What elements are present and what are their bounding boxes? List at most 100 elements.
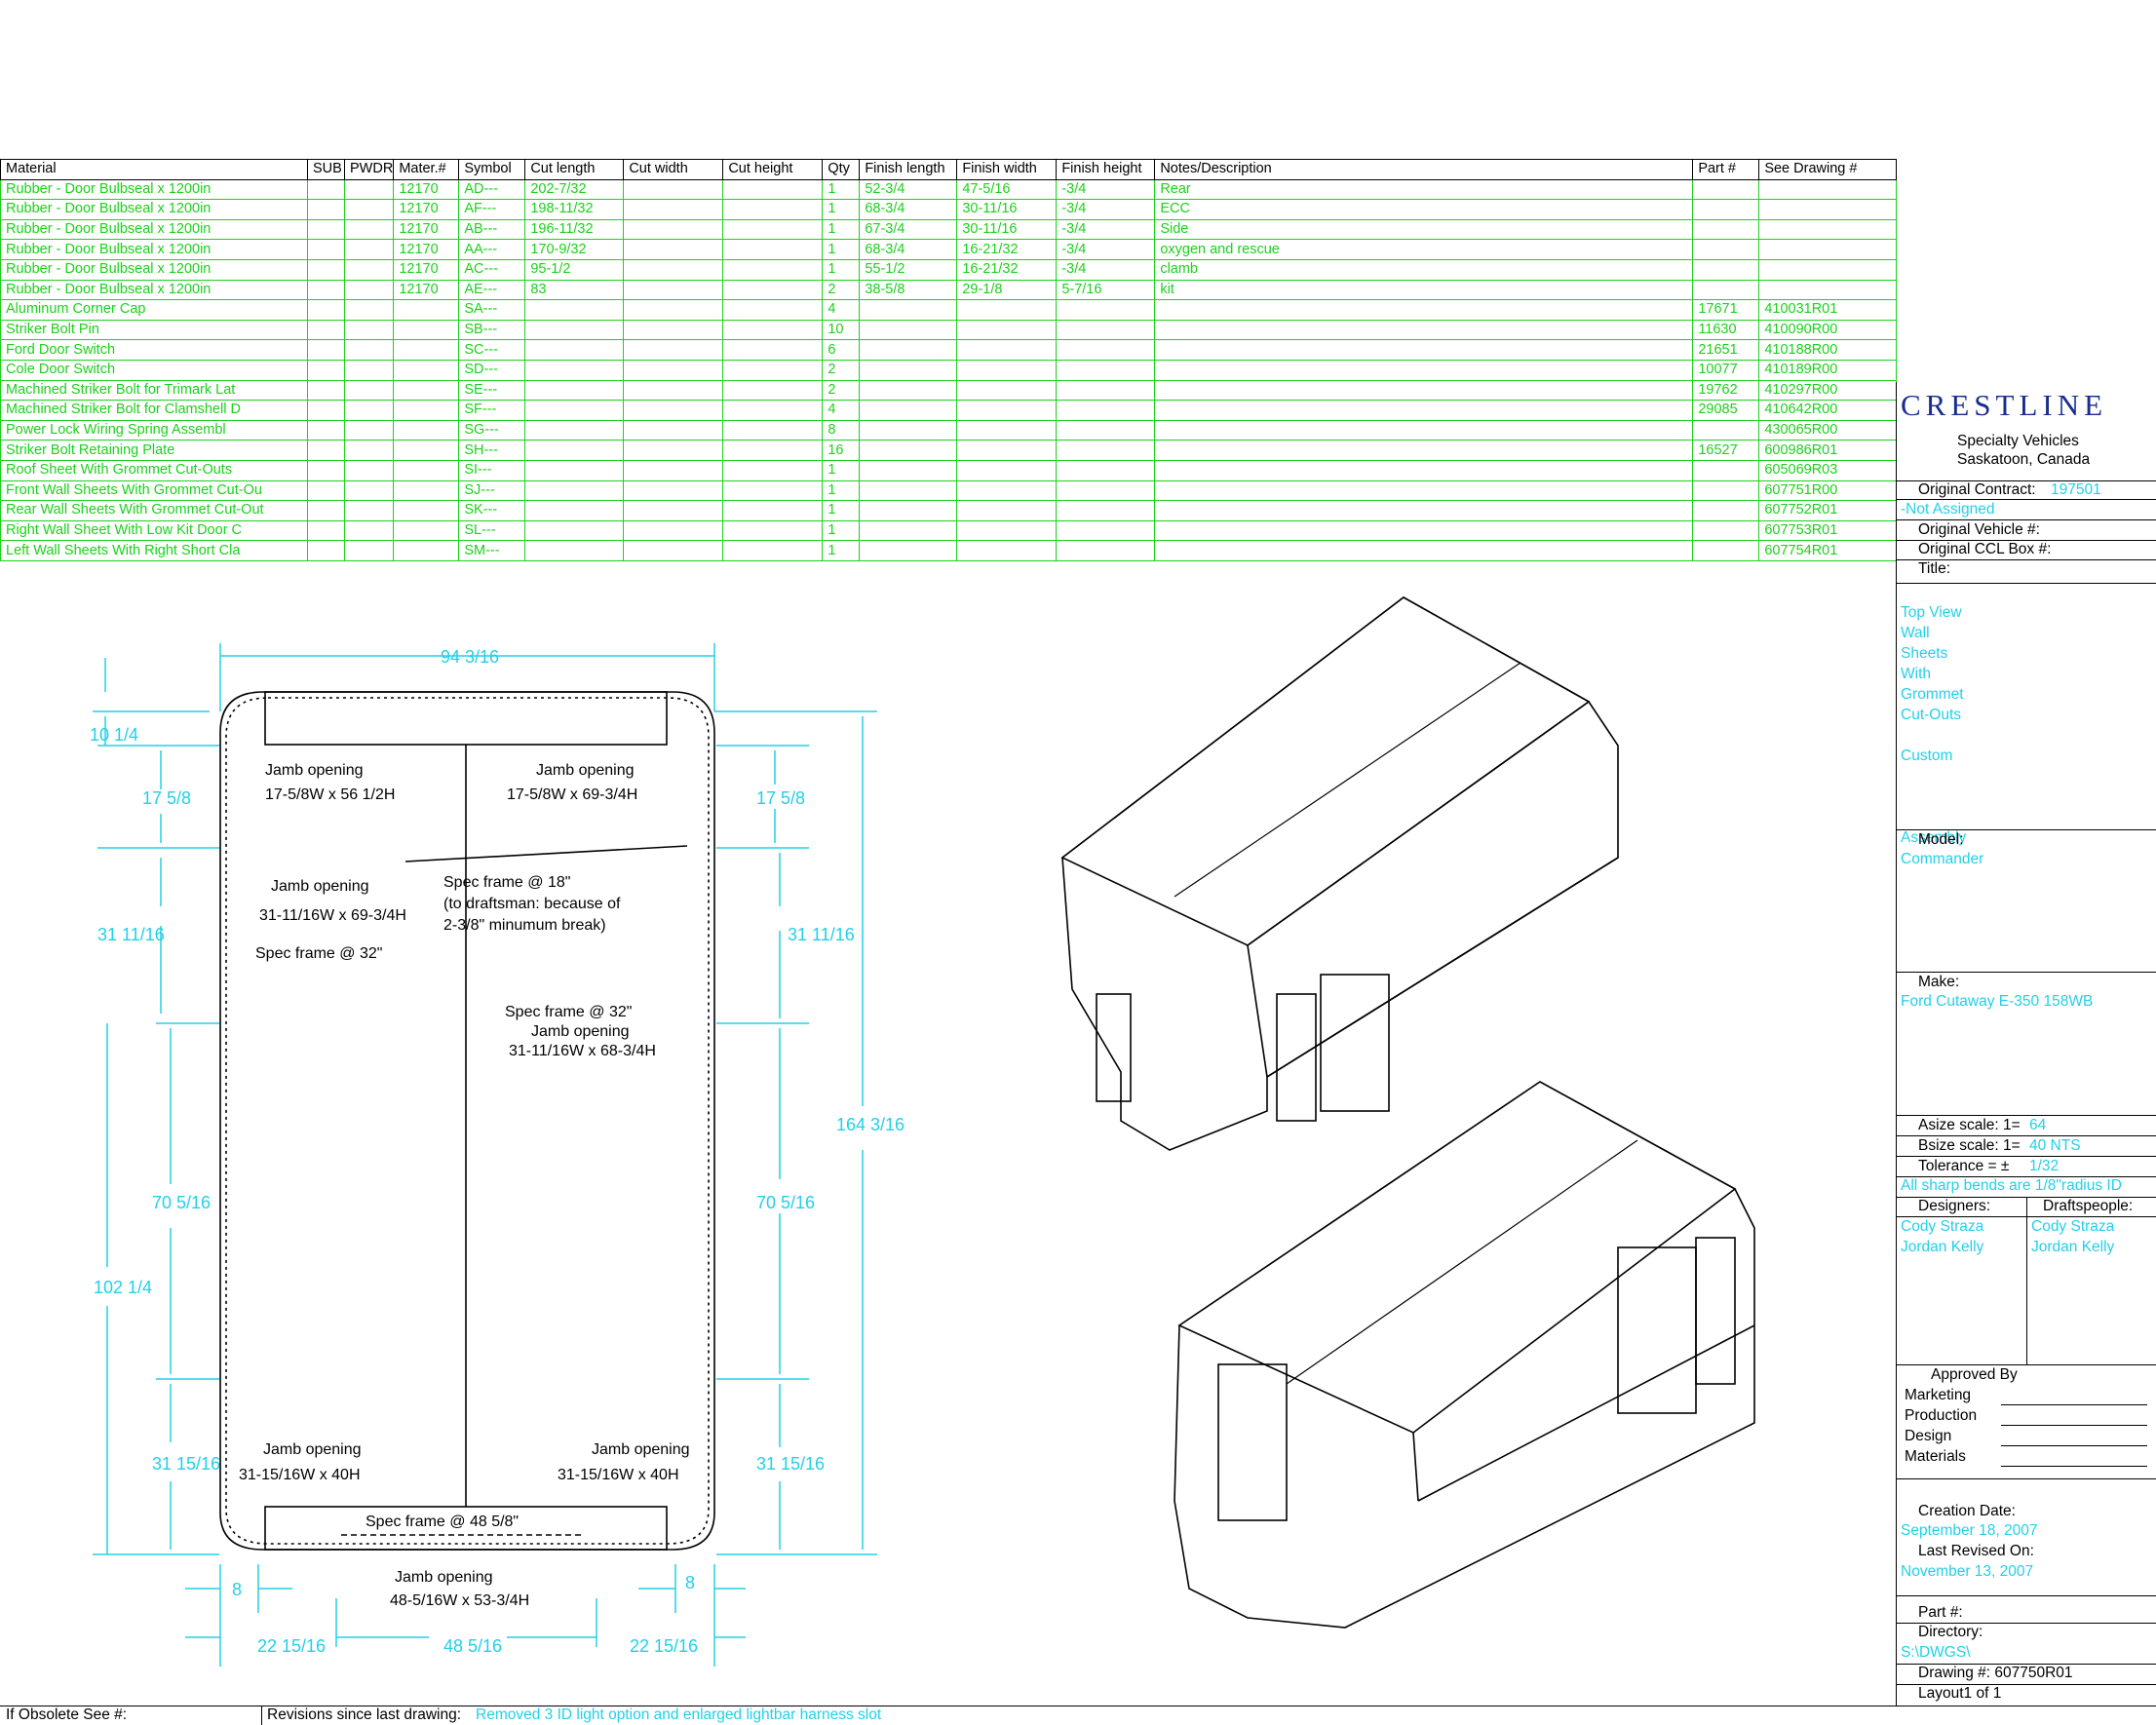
bom-cell [1056, 540, 1156, 561]
bom-cell: 52-3/4 [859, 178, 958, 201]
bom-cell [722, 419, 824, 441]
bom-body: Rubber - Door Bulbseal x 1200in 12170 AD--… [0, 178, 1898, 561]
bom-cell [524, 519, 625, 542]
bom-cell: 600986R01 [1758, 440, 1898, 461]
bom-cell: SM--- [458, 540, 526, 561]
bom-cell: SG--- [458, 419, 526, 441]
bom-row: Striker Bolt Retaining Plate SH--- 16 16527… [0, 440, 1898, 461]
col-header: Cut height [722, 159, 824, 180]
make-label: Make: [1918, 974, 1960, 990]
tolerance-label: Tolerance = ± [1918, 1158, 2010, 1174]
bom-cell [343, 359, 395, 381]
bom-cell [722, 400, 824, 421]
bom-cell [623, 400, 724, 421]
dim-right-d: 31 15/16 [756, 1454, 825, 1474]
bom-cell [623, 479, 724, 502]
bom-cell: 8 [822, 419, 861, 441]
bom-cell: clamb [1154, 258, 1694, 281]
bom-cell [1154, 459, 1694, 481]
bom-cell: 83 [524, 279, 625, 301]
bom-cell [1056, 459, 1156, 481]
bom-cell: Ford Door Switch [0, 339, 308, 361]
original-contract-value: 197501 [2051, 481, 2101, 498]
bom-cell [1692, 540, 1760, 561]
bom-row: Rubber - Door Bulbseal x 1200in 12170 AD--… [0, 178, 1898, 201]
approval-materials: Materials [1905, 1448, 1966, 1465]
bom-cell [307, 239, 345, 260]
note: 31-11/16W x 69-3/4H [259, 907, 406, 924]
bom-cell [1692, 258, 1760, 281]
bom-cell [393, 440, 460, 461]
note: 2-3/8" minumum break) [443, 917, 606, 934]
bom-row: Front Wall Sheets With Grommet Cut-Ou SJ-… [0, 479, 1898, 502]
bom-cell: 11630 [1692, 319, 1760, 341]
bom-row: Striker Bolt Pin SB--- 10 11630 410090R00 [0, 319, 1898, 341]
note: Jamb opening [263, 1441, 362, 1458]
bom-cell: 1 [822, 459, 861, 481]
bom-cell: 410189R00 [1758, 359, 1898, 381]
bom-cell: 430065R00 [1758, 419, 1898, 441]
original-vehicle-label: Original Vehicle #: [1918, 521, 2040, 538]
bom-cell [1692, 218, 1760, 241]
bom-cell [1692, 459, 1760, 481]
bom-cell [343, 199, 395, 220]
bom-cell: 605069R03 [1758, 459, 1898, 481]
bom-cell [1154, 319, 1694, 341]
bom-cell: -3/4 [1056, 239, 1156, 260]
dim-left-e: 102 1/4 [94, 1278, 152, 1297]
bom-cell [722, 479, 824, 502]
col-header: Cut length [524, 159, 625, 180]
bom-cell: 202-7/32 [524, 178, 625, 201]
approval-design: Design [1905, 1428, 1952, 1444]
revisions-label: Revisions since last drawing: [267, 1706, 462, 1723]
bom-cell [1154, 379, 1694, 402]
bom-cell [1154, 440, 1694, 461]
dim-right-a: 17 5/8 [756, 788, 805, 808]
bom-cell [524, 379, 625, 402]
bom-cell [1154, 500, 1694, 521]
approval-production: Production [1905, 1407, 1978, 1424]
dim-bottom-e: 22 15/16 [630, 1636, 698, 1656]
designers-label: Designers: [1918, 1198, 1991, 1214]
directory-value: S:\DWGS\ [1901, 1644, 1971, 1661]
col-header: Material [0, 159, 308, 180]
bom-cell: Striker Bolt Pin [0, 319, 308, 341]
bom-cell: SI--- [458, 459, 526, 481]
bom-cell: Right Wall Sheet With Low Kit Door C [0, 519, 308, 542]
bom-cell [623, 279, 724, 301]
bom-cell [859, 459, 958, 481]
bom-cell: 55-1/2 [859, 258, 958, 281]
bom-cell [956, 299, 1058, 321]
bom-cell [393, 299, 460, 321]
bom-cell: 17671 [1692, 299, 1760, 321]
bom-cell [307, 519, 345, 542]
bom-cell: SH--- [458, 440, 526, 461]
bom-cell: 47-5/16 [956, 178, 1058, 201]
bom-row: Ford Door Switch SC--- 6 21651 410188R00 [0, 339, 1898, 361]
bom-row: Rubber - Door Bulbseal x 1200in 12170 AA--… [0, 239, 1898, 260]
bom-cell: 67-3/4 [859, 218, 958, 241]
bom-cell: Striker Bolt Retaining Plate [0, 440, 308, 461]
bom-cell [1154, 479, 1694, 502]
bom-cell: 16-21/32 [956, 258, 1058, 281]
tolerance-value: 1/32 [2029, 1158, 2060, 1174]
bom-cell [859, 379, 958, 402]
creation-date-label: Creation Date: [1918, 1503, 2016, 1519]
bom-cell: Cole Door Switch [0, 359, 308, 381]
original-contract-label: Original Contract: [1918, 481, 2036, 498]
note: 31-15/16W x 40H [239, 1467, 361, 1483]
bom-cell: -3/4 [1056, 258, 1156, 281]
title-line [1901, 786, 1966, 807]
bom-cell: AD--- [458, 178, 526, 201]
bom-row: Roof Sheet With Grommet Cut-Outs SI--- 1 60… [0, 459, 1898, 481]
col-header: Mater.# [393, 159, 460, 180]
note: Jamb opening [592, 1441, 690, 1458]
bom-cell [722, 459, 824, 481]
isometric-view-top [1060, 596, 1619, 1151]
bom-cell: 12170 [393, 239, 460, 260]
bom-cell: 1 [822, 500, 861, 521]
bom-cell [722, 239, 824, 260]
bom-cell: 1 [822, 519, 861, 542]
bom-row: Rear Wall Sheets With Grommet Cut-Out SK-… [0, 500, 1898, 521]
dim-left-c: 31 11/16 [97, 925, 165, 944]
